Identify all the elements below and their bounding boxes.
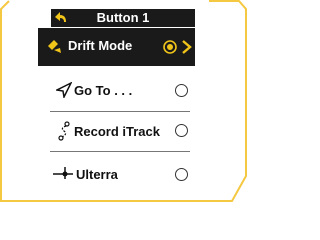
option-go-to[interactable]: Go To . . . xyxy=(50,78,190,104)
divider xyxy=(50,111,190,112)
drift-mode-icon xyxy=(48,40,61,53)
radio-go-to[interactable] xyxy=(175,84,188,97)
radio-record-itrack[interactable] xyxy=(175,124,188,137)
radio-ulterra[interactable] xyxy=(175,168,188,181)
chevron-right-icon xyxy=(182,40,192,54)
radio-selected-icon xyxy=(163,40,177,54)
ulterra-motor-icon xyxy=(53,167,73,179)
record-track-icon xyxy=(58,121,70,141)
back-arrow-icon[interactable] xyxy=(54,11,68,25)
navigation-arrow-icon xyxy=(56,82,72,98)
option-drift-mode[interactable]: Drift Mode xyxy=(38,28,195,66)
divider xyxy=(50,151,190,152)
option-label: Record iTrack xyxy=(74,124,160,139)
header-bar: Button 1 xyxy=(51,9,195,27)
option-label: Go To . . . xyxy=(74,83,133,98)
option-label: Drift Mode xyxy=(68,38,133,53)
option-ulterra[interactable]: Ulterra xyxy=(50,162,190,188)
option-label: Ulterra xyxy=(76,167,118,182)
page-title: Button 1 xyxy=(96,10,150,25)
option-record-itrack[interactable]: Record iTrack xyxy=(50,118,190,144)
